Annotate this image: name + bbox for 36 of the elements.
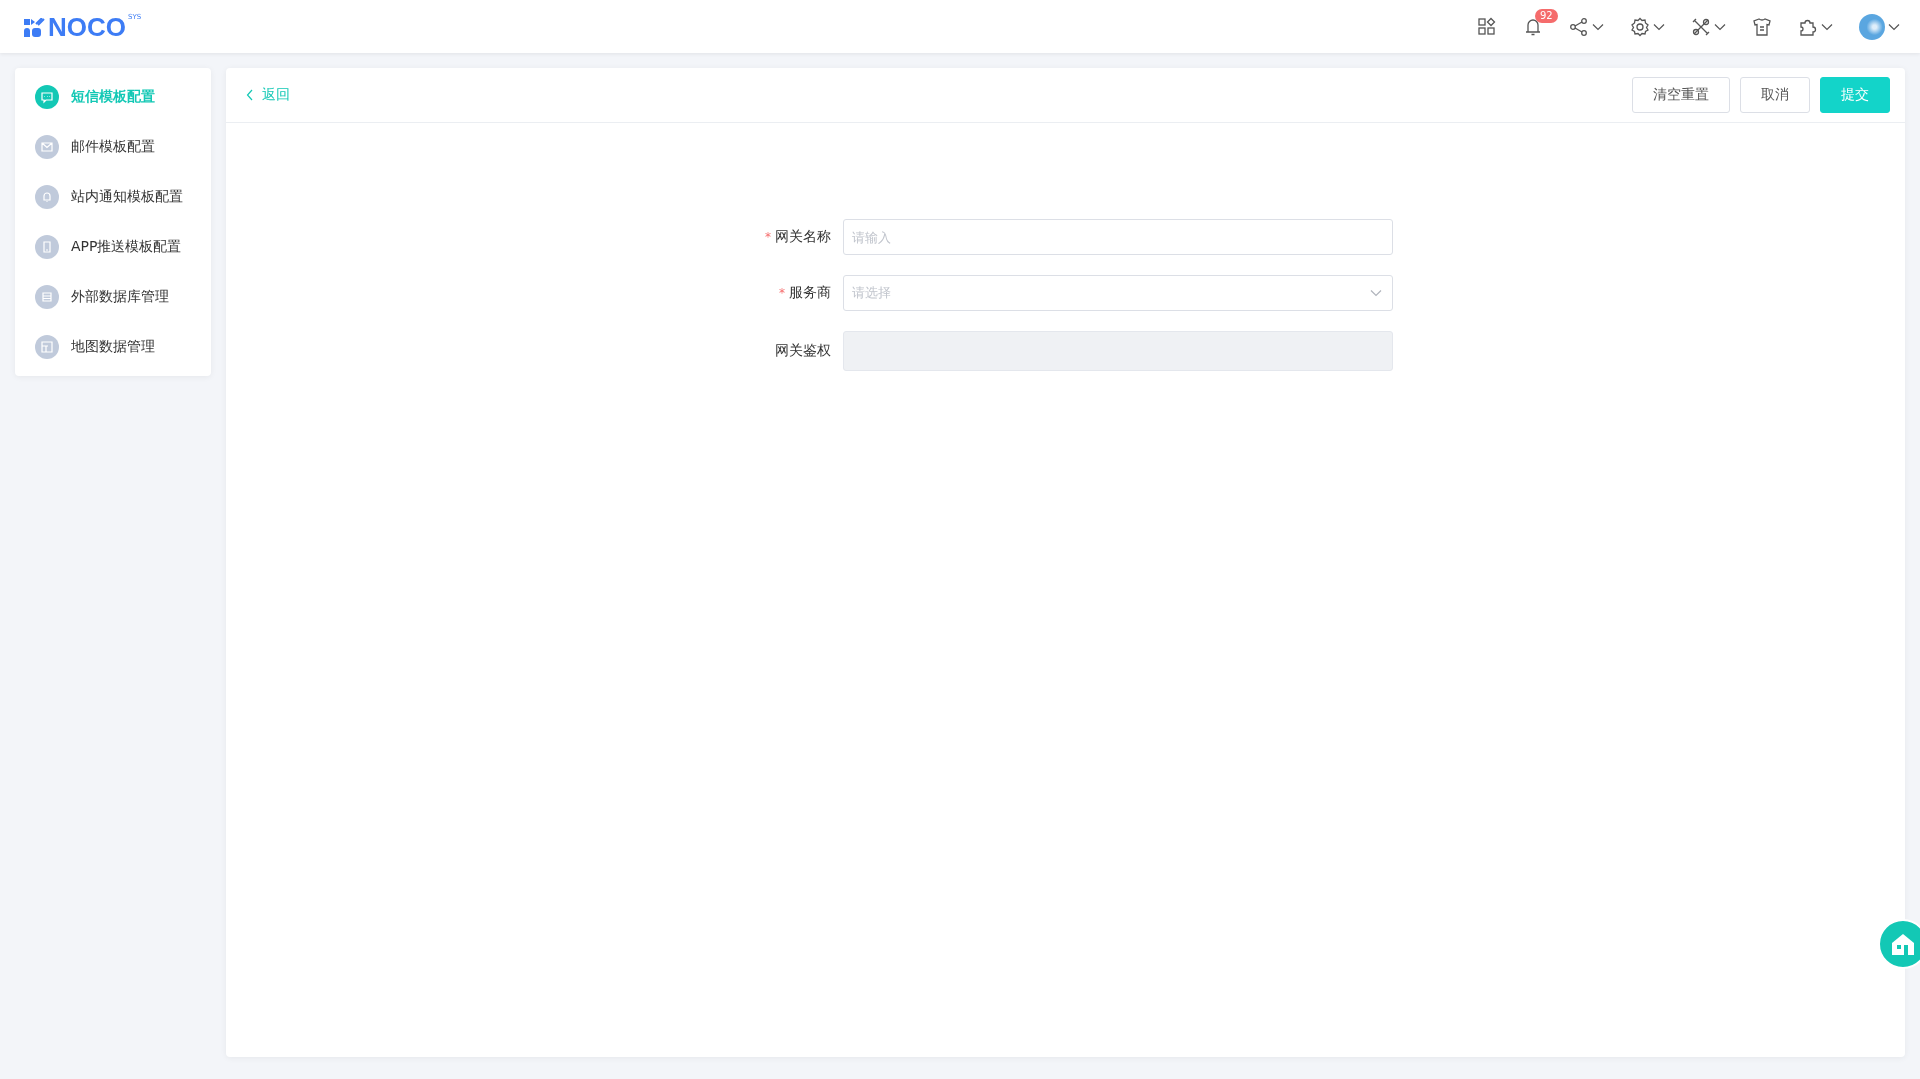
required-mark: * <box>779 286 785 300</box>
chevron-left-icon <box>246 89 254 101</box>
map-icon <box>35 335 59 359</box>
bell-icon <box>35 185 59 209</box>
field-label: 网关鉴权 <box>775 342 831 360</box>
input-field[interactable]: 请输入 <box>843 219 1393 255</box>
sidebar-item[interactable]: 地图数据管理 <box>15 322 211 372</box>
shirt-icon[interactable] <box>1752 16 1772 37</box>
logo-text: NOCO <box>48 11 126 42</box>
caret-icon[interactable] <box>1592 22 1604 31</box>
caret-icon[interactable] <box>1653 22 1665 31</box>
toolbar-button[interactable]: 取消 <box>1740 77 1810 113</box>
sidebar-item[interactable]: 邮件模板配置 <box>15 122 211 172</box>
caret-icon[interactable] <box>1714 22 1726 31</box>
caret-icon[interactable] <box>1888 22 1900 31</box>
message-icon <box>35 85 59 109</box>
logo-icon <box>24 17 46 38</box>
field-label: 网关名称 <box>775 228 831 246</box>
sidebar-item[interactable]: APP推送模板配置 <box>15 222 211 272</box>
house-icon <box>1890 932 1916 956</box>
user-avatar[interactable] <box>1859 13 1885 40</box>
sidebar-item[interactable]: 外部数据库管理 <box>15 272 211 322</box>
sidebar-item[interactable]: 站内通知模板配置 <box>15 172 211 222</box>
database-icon <box>35 285 59 309</box>
apps-icon[interactable] <box>1477 16 1497 37</box>
required-mark: * <box>765 230 771 244</box>
field-label: 服务商 <box>789 284 831 302</box>
tools-icon[interactable] <box>1691 16 1711 37</box>
share-icon[interactable] <box>1569 16 1589 37</box>
mail-icon <box>35 135 59 159</box>
chevron-down-icon <box>1370 289 1382 297</box>
toolbar-button[interactable]: 清空重置 <box>1632 77 1730 113</box>
settings-icon[interactable] <box>1630 16 1650 37</box>
phone-icon <box>35 235 59 259</box>
notification-badge: 92 <box>1535 8 1558 23</box>
caret-icon[interactable] <box>1821 22 1833 31</box>
